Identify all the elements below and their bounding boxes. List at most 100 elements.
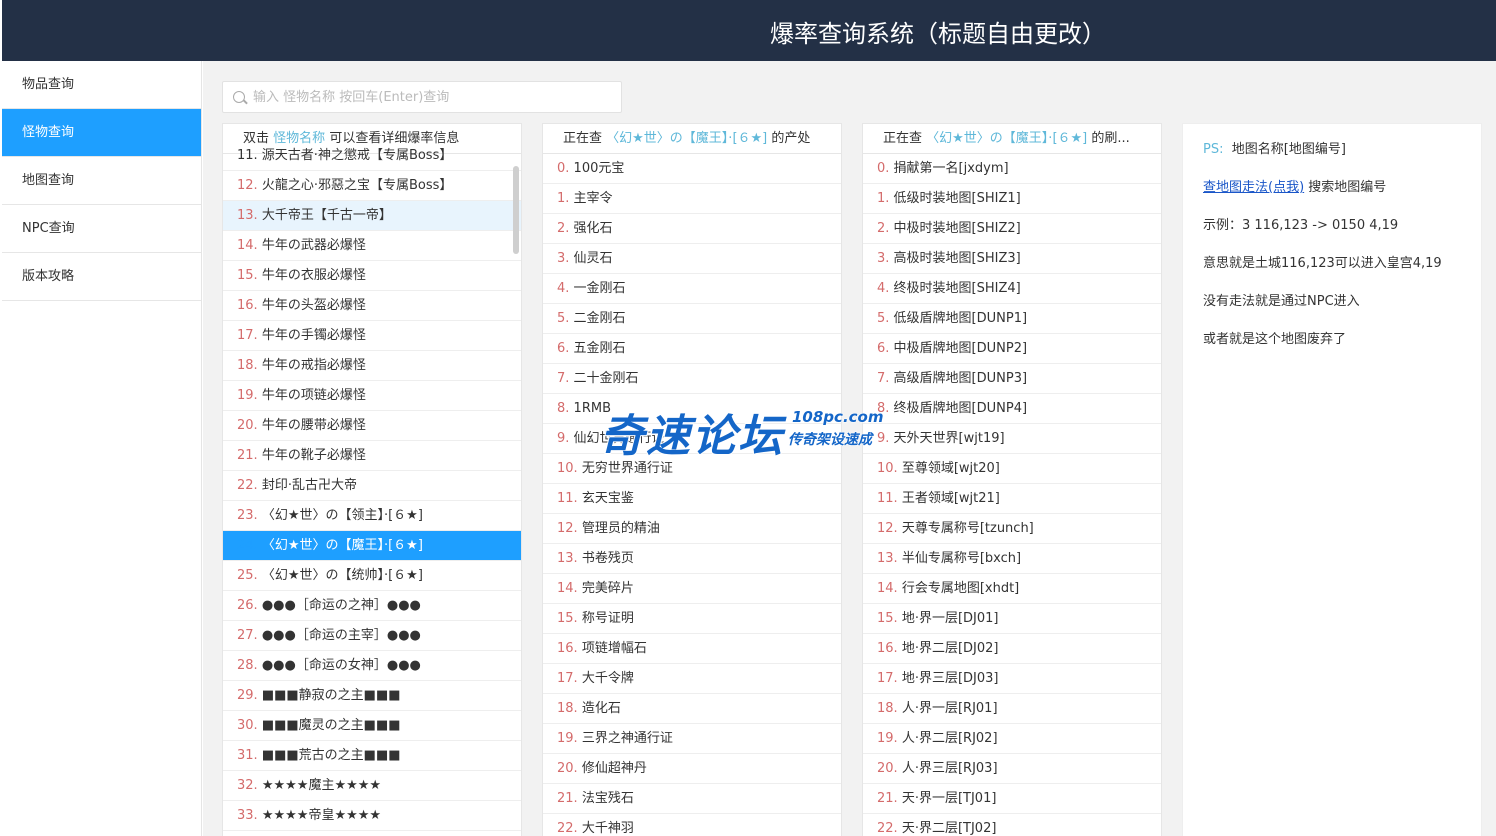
list-item[interactable]: 14. 行会专属地图[xhdt] bbox=[863, 574, 1161, 604]
note-line: 意思就是土城116,123可以进入皇宫4,19 bbox=[1203, 256, 1442, 271]
item-number: 24. bbox=[237, 538, 258, 553]
list-item[interactable]: 18. 牛年の戒指必爆怪 bbox=[223, 351, 521, 381]
list-item[interactable]: 1. 低级时装地图[SHIZ1] bbox=[863, 184, 1161, 214]
list-item[interactable]: 4. 终极时装地图[SHIZ4] bbox=[863, 274, 1161, 304]
item-name: 二十金刚石 bbox=[573, 371, 639, 386]
list-item[interactable]: 14. 完美碎片 bbox=[543, 574, 841, 604]
list-item[interactable]: 11. 王者领域[wjt21] bbox=[863, 484, 1161, 514]
list-item[interactable]: 22. 封印·乱古卍大帝 bbox=[223, 471, 521, 501]
list-item[interactable]: 15. 称号证明 bbox=[543, 604, 841, 634]
item-number: 12. bbox=[557, 521, 578, 536]
sidebar: 物品查询 怪物查询 地图查询 NPC查询 版本攻略 bbox=[2, 61, 202, 836]
list-item[interactable]: 33. ★★★★帝皇★★★★ bbox=[223, 801, 521, 831]
list-item[interactable]: 16. 牛年の头盔必爆怪 bbox=[223, 291, 521, 321]
item-number: 15. bbox=[237, 268, 258, 283]
item-name: 大千神羽 bbox=[581, 821, 634, 836]
list-item[interactable]: 14. 牛年の武器必爆怪 bbox=[223, 231, 521, 261]
list-item[interactable]: 8. 终极盾牌地图[DUNP4] bbox=[863, 394, 1161, 424]
list-scrollbar[interactable] bbox=[513, 166, 519, 254]
list-item[interactable]: 28. ●●●［命运の女神］●●● bbox=[223, 651, 521, 681]
list-item[interactable]: 17. 地·界三层[DJ03] bbox=[863, 664, 1161, 694]
list-item[interactable]: 1. 主宰令 bbox=[543, 184, 841, 214]
item-number: 7. bbox=[877, 371, 890, 386]
list-item[interactable]: 20. 牛年の腰带必爆怪 bbox=[223, 411, 521, 441]
list-item[interactable]: 30. ■■■魔灵の之主■■■ bbox=[223, 711, 521, 741]
list-item[interactable]: 23. 〈幻★世〉の【领主】·[６★] bbox=[223, 501, 521, 531]
list-item[interactable]: 2. 中极时装地图[SHIZ2] bbox=[863, 214, 1161, 244]
list-item[interactable]: 5. 低级盾牌地图[DUNP1] bbox=[863, 304, 1161, 334]
list-item[interactable]: 20. 人·界三层[RJ03] bbox=[863, 754, 1161, 784]
list-item-partial[interactable]: 11. 源天古者·神之懲戒【专属Boss】 bbox=[223, 141, 521, 171]
list-item[interactable]: 26. ●●●［命运の之神］●●● bbox=[223, 591, 521, 621]
list-item[interactable]: 11. 玄天宝鉴 bbox=[543, 484, 841, 514]
list-item[interactable]: 12. 管理员的精油 bbox=[543, 514, 841, 544]
list-item[interactable]: 22. 天·界二层[TJ02] bbox=[863, 814, 1161, 836]
list-item[interactable]: 10. 至尊领域[wjt20] bbox=[863, 454, 1161, 484]
list-item[interactable]: 19. 人·界二层[RJ02] bbox=[863, 724, 1161, 754]
list-item[interactable]: 17. 大千令牌 bbox=[543, 664, 841, 694]
item-number: 22. bbox=[877, 821, 898, 836]
item-name: 地·界三层[DJ03] bbox=[901, 671, 999, 686]
list-item[interactable]: 19. 牛年の项链必爆怪 bbox=[223, 381, 521, 411]
list-item[interactable]: 10. 无穷世界通行证 bbox=[543, 454, 841, 484]
list-item[interactable]: 15. 地·界一层[DJ01] bbox=[863, 604, 1161, 634]
item-number: 2. bbox=[877, 221, 890, 236]
list-item[interactable]: 32. ★★★★魔主★★★★ bbox=[223, 771, 521, 801]
list-item[interactable]: 29. ■■■静寂の之主■■■ bbox=[223, 681, 521, 711]
item-number: 15. bbox=[557, 611, 578, 626]
ps-label: PS: bbox=[1203, 142, 1224, 157]
item-name: 三界之神通行证 bbox=[581, 731, 673, 746]
list-item[interactable]: 18. 造化石 bbox=[543, 694, 841, 724]
list-item[interactable]: 19. 三界之神通行证 bbox=[543, 724, 841, 754]
sidebar-item-item-query[interactable]: 物品查询 bbox=[2, 61, 201, 109]
list-item[interactable]: 25. 〈幻★世〉の【统帅】·[６★] bbox=[223, 561, 521, 591]
header-suffix: 的刷... bbox=[1091, 131, 1130, 146]
list-item[interactable]: 6. 中极盾牌地图[DUNP2] bbox=[863, 334, 1161, 364]
list-item[interactable]: 12. 火龍之心·邪惡之宝【专属Boss】 bbox=[223, 171, 521, 201]
list-item[interactable]: 16. 项链增幅石 bbox=[543, 634, 841, 664]
list-item[interactable]: 13. 半仙专属称号[bxch] bbox=[863, 544, 1161, 574]
item-name: 造化石 bbox=[581, 701, 621, 716]
list-item[interactable]: 9. 天外天世界[wjt19] bbox=[863, 424, 1161, 454]
list-item[interactable]: 21. 牛年の靴子必爆怪 bbox=[223, 441, 521, 471]
item-number: 8. bbox=[877, 401, 890, 416]
note-line: 或者就是这个地图废弃了 bbox=[1203, 332, 1347, 347]
sidebar-item-map-query[interactable]: 地图查询 bbox=[2, 157, 201, 205]
list-item[interactable]: 7. 高级盾牌地图[DUNP3] bbox=[863, 364, 1161, 394]
list-item[interactable]: 24. 〈幻★世〉の【魔王】·[６★] bbox=[223, 531, 521, 561]
sidebar-item-version-guide[interactable]: 版本攻略 bbox=[2, 253, 201, 301]
item-name: 王者领域[wjt21] bbox=[901, 491, 1000, 506]
item-name: 1RMB bbox=[573, 401, 611, 416]
list-item[interactable]: 16. 地·界二层[DJ02] bbox=[863, 634, 1161, 664]
list-item[interactable]: 12. 天尊专属称号[tzunch] bbox=[863, 514, 1161, 544]
list-item[interactable]: 13. 大千帝王【千古一帝】 bbox=[223, 201, 521, 231]
list-item[interactable]: 13. 书卷残页 bbox=[543, 544, 841, 574]
list-item[interactable]: 6. 五金刚石 bbox=[543, 334, 841, 364]
search-input[interactable] bbox=[253, 82, 613, 112]
list-item[interactable]: 0. 捐献第一名[jxdym] bbox=[863, 154, 1161, 184]
list-item[interactable]: 5. 二金刚石 bbox=[543, 304, 841, 334]
list-item[interactable]: 3. 高极时装地图[SHIZ3] bbox=[863, 244, 1161, 274]
list-item[interactable]: 21. 天·界一层[TJ01] bbox=[863, 784, 1161, 814]
list-item[interactable]: 3. 仙灵石 bbox=[543, 244, 841, 274]
list-item[interactable]: 15. 牛年の衣服必爆怪 bbox=[223, 261, 521, 291]
list-item[interactable]: 8. 1RMB bbox=[543, 394, 841, 424]
list-item[interactable]: 2. 强化石 bbox=[543, 214, 841, 244]
item-name: 项链增幅石 bbox=[581, 641, 647, 656]
sidebar-item-npc-query[interactable]: NPC查询 bbox=[2, 205, 201, 253]
list-item[interactable]: 4. 一金刚石 bbox=[543, 274, 841, 304]
list-item[interactable]: 9. 仙幻世界通行证 bbox=[543, 424, 841, 454]
list-item[interactable]: 0. 100元宝 bbox=[543, 154, 841, 184]
list-item[interactable]: 27. ●●●［命运の主宰］●●● bbox=[223, 621, 521, 651]
list-item[interactable]: 31. ■■■荒古の之主■■■ bbox=[223, 741, 521, 771]
list-item[interactable]: 20. 修仙超神丹 bbox=[543, 754, 841, 784]
list-item[interactable]: 7. 二十金刚石 bbox=[543, 364, 841, 394]
list-item[interactable]: 17. 牛年の手镯必爆怪 bbox=[223, 321, 521, 351]
list-item[interactable]: 22. 大千神羽 bbox=[543, 814, 841, 836]
sidebar-item-monster-query[interactable]: 怪物查询 bbox=[2, 109, 201, 157]
item-name: 修仙超神丹 bbox=[581, 761, 647, 776]
map-route-link[interactable]: 查地图走法(点我) bbox=[1203, 180, 1304, 195]
list-item[interactable]: 18. 人·界一层[RJ01] bbox=[863, 694, 1161, 724]
item-name: 终极时装地图[SHIZ4] bbox=[893, 281, 1021, 296]
list-item[interactable]: 21. 法宝残石 bbox=[543, 784, 841, 814]
